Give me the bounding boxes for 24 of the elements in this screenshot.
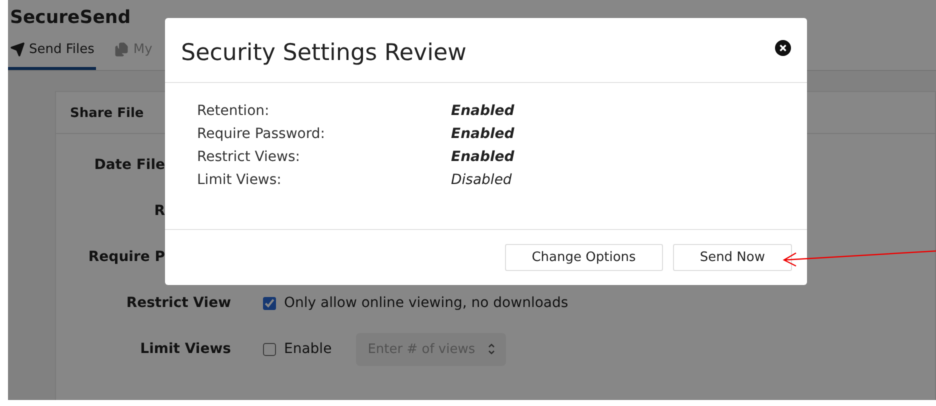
setting-name: Restrict Views: — [197, 149, 302, 167]
dialog-title: Security Settings Review — [181, 40, 466, 66]
checkbox-label: Enable — [284, 341, 332, 357]
field-label: Date File — [93, 157, 166, 173]
setting-value: Disabled — [451, 172, 512, 190]
field-label: Limit Views — [139, 341, 231, 357]
setting-value: Enabled — [451, 103, 514, 121]
close-icon[interactable] — [775, 40, 791, 56]
checkbox-label: Only allow online viewing, no downloads — [284, 295, 568, 311]
dialog-button[interactable]: Change Options — [504, 244, 663, 271]
spinner-icon[interactable] — [486, 342, 496, 356]
setting-name: Limit Views: — [197, 172, 282, 190]
field-label: Require P — [87, 249, 166, 265]
dialog-button[interactable]: Send Now — [672, 244, 792, 271]
checkbox[interactable] — [263, 296, 276, 310]
setting-name: Retention: — [197, 103, 270, 121]
field-label: Restrict View — [125, 295, 231, 311]
field-label: R — [153, 203, 166, 219]
nav-tab[interactable]: Send Files — [8, 38, 96, 70]
setting-value: Enabled — [451, 149, 514, 167]
paper-plane-icon — [10, 42, 25, 57]
documents-icon — [114, 42, 130, 57]
checkbox[interactable] — [263, 342, 276, 356]
app-title: SecureSend — [9, 6, 132, 28]
